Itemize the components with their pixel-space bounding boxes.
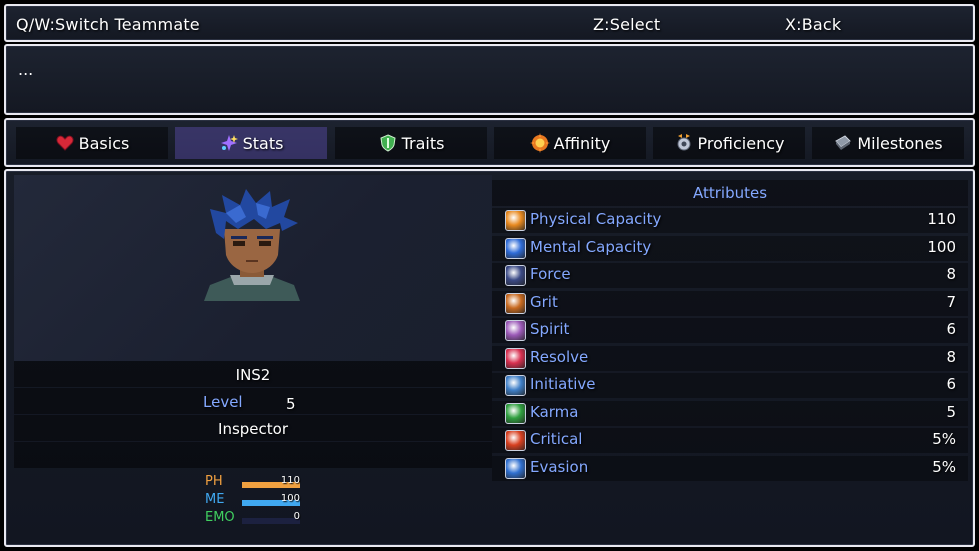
book-icon: [505, 320, 526, 341]
attribute-name: Evasion: [530, 457, 589, 476]
level-label: Level: [203, 393, 243, 411]
tab-traits[interactable]: Traits: [335, 127, 487, 159]
ph-value: 110: [280, 475, 300, 486]
attribute-value: 5%: [932, 430, 956, 448]
character-name: INS2: [235, 366, 271, 384]
attribute-name: Resolve: [530, 347, 589, 366]
attribute-row: Physical Capacity 110: [492, 208, 968, 233]
fist-icon: [505, 265, 526, 286]
tab-stats[interactable]: Stats: [175, 127, 327, 159]
back-hint[interactable]: X:Back: [785, 15, 841, 34]
attribute-value: 5: [946, 402, 956, 421]
tab-basics[interactable]: Basics: [16, 127, 168, 159]
attribute-value: 8: [946, 265, 956, 283]
attribute-name: Physical Capacity: [530, 210, 662, 228]
attribute-value: 100: [927, 237, 956, 256]
blue-orb-icon: [505, 237, 526, 259]
emo-value: 0: [293, 511, 300, 522]
clover-icon: [505, 402, 526, 424]
attribute-row: Critical 5%: [492, 428, 968, 453]
help-text: ...: [18, 60, 34, 79]
empty-row: [14, 442, 492, 468]
attribute-value: 110: [927, 210, 956, 228]
attribute-row: Resolve 8: [492, 345, 968, 371]
tab-label: Traits: [401, 133, 445, 153]
select-hint[interactable]: Z:Select: [593, 15, 660, 34]
book-icon: [835, 135, 852, 150]
heart-icon: [56, 135, 74, 151]
me-label: ME: [205, 492, 225, 507]
switch-teammate-hint[interactable]: Q/W:Switch Teammate: [16, 15, 200, 34]
level-row: [14, 388, 492, 414]
attribute-name: Spirit: [530, 320, 570, 338]
attribute-value: 5%: [932, 457, 956, 476]
attribute-name: Critical: [530, 430, 583, 448]
tab-label: Basics: [78, 133, 130, 153]
attribute-value: 8: [946, 347, 956, 366]
attribute-row: Force 8: [492, 263, 968, 288]
emo-label: EMO: [205, 510, 235, 525]
attribute-name: Mental Capacity: [530, 237, 652, 256]
sparkle-icon: [220, 135, 238, 151]
heart-icon: [505, 347, 526, 369]
attribute-value: 7: [946, 292, 956, 311]
tab-bar: Basics Stats Traits Affinity Proficiency: [4, 118, 975, 167]
tab-proficiency[interactable]: Proficiency: [653, 127, 805, 159]
critical-icon: [505, 430, 526, 451]
character-class: Inspector: [218, 420, 288, 438]
status-panel: INS2 Level 5 Inspector PH 110 ME 100 EMO…: [4, 169, 975, 547]
gear-icon: [677, 134, 691, 151]
runner-icon: [505, 375, 526, 396]
attribute-row: Mental Capacity 100: [492, 235, 968, 261]
attribute-row: Evasion 5%: [492, 455, 968, 481]
shield-icon: [505, 292, 526, 314]
attribute-name: Force: [530, 265, 571, 283]
shield-icon: [380, 134, 396, 152]
flame-icon: [529, 133, 550, 153]
help-window: ...: [4, 44, 975, 115]
evasion-icon: [505, 457, 526, 479]
tab-label: Proficiency: [697, 133, 785, 153]
attribute-row: Initiative 6: [492, 373, 968, 398]
attribute-name: Grit: [530, 292, 558, 311]
attribute-name: Initiative: [530, 375, 596, 393]
me-value: 100: [280, 493, 300, 504]
tab-milestones[interactable]: Milestones: [812, 127, 964, 159]
ph-label: PH: [205, 474, 223, 489]
attribute-row: Grit 7: [492, 290, 968, 316]
attribute-row: Karma 5: [492, 400, 968, 426]
orange-orb-icon: [505, 210, 526, 231]
attribute-row: Spirit 6: [492, 318, 968, 343]
tab-affinity[interactable]: Affinity: [494, 127, 646, 159]
attribute-value: 6: [946, 320, 956, 338]
tab-label: Milestones: [857, 133, 943, 153]
attribute-value: 6: [946, 375, 956, 393]
level-value: 5: [286, 395, 296, 413]
tab-label: Stats: [242, 133, 284, 153]
tab-label: Affinity: [553, 133, 611, 153]
controls-bar: Q/W:Switch Teammate Z:Select X:Back: [4, 4, 975, 42]
character-portrait: [204, 189, 300, 301]
attributes-title: Attributes: [492, 180, 968, 206]
attribute-name: Karma: [530, 402, 579, 421]
